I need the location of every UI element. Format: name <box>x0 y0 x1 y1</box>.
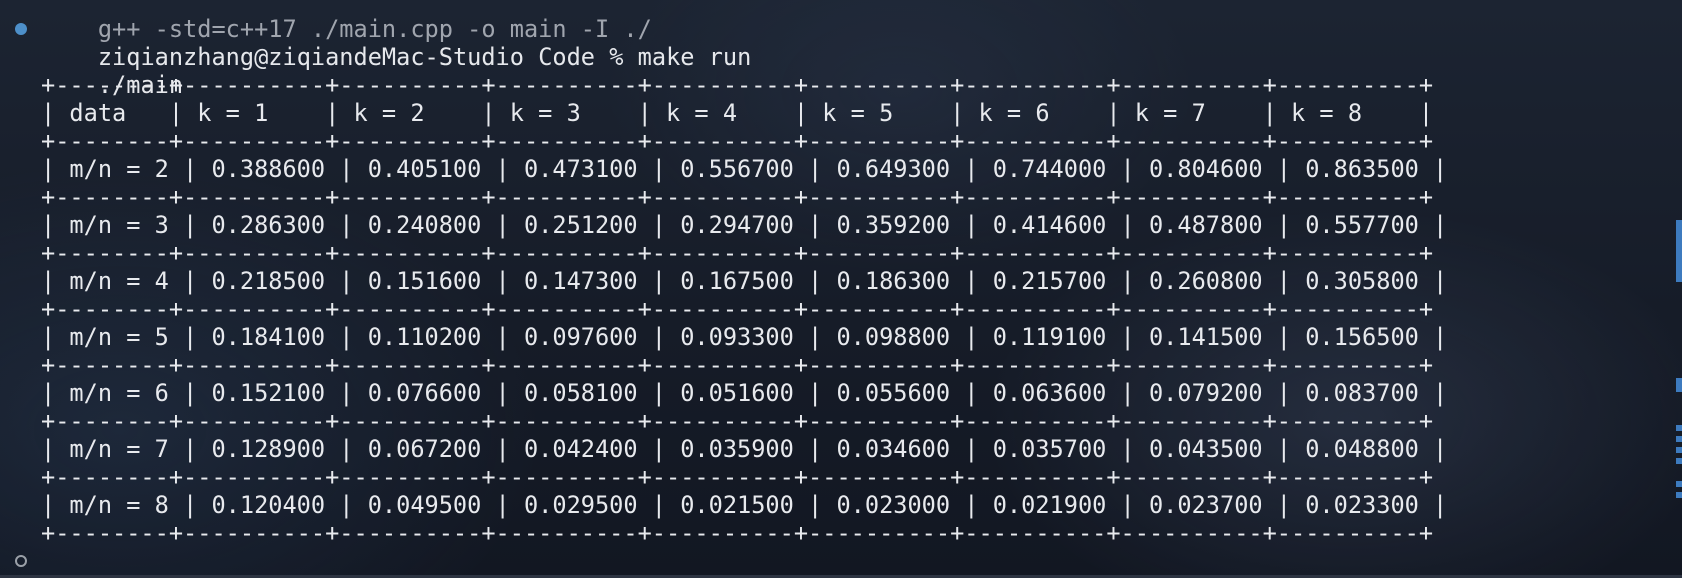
table-border-line: +--------+----------+----------+--------… <box>41 183 1434 211</box>
table-row: | m/n = 3 | 0.286300 | 0.240800 | 0.2512… <box>41 211 1448 239</box>
table-row: | m/n = 5 | 0.184100 | 0.110200 | 0.0976… <box>41 323 1448 351</box>
table-border-line: +--------+----------+----------+--------… <box>41 71 1434 99</box>
table-border-line: +--------+----------+----------+--------… <box>41 295 1434 323</box>
terminal-window: { "terminal": { "partial_line": "g++ -st… <box>0 0 1682 578</box>
scroll-marker <box>1676 481 1682 487</box>
table-header-row: | data | k = 1 | k = 2 | k = 3 | k = 4 |… <box>41 99 1434 127</box>
scroll-marker <box>1676 436 1682 442</box>
ascii-table: +--------+----------+----------+--------… <box>0 71 1682 547</box>
scroll-marker <box>1676 492 1682 498</box>
scroll-marker <box>1676 458 1682 464</box>
scrollbar-markers[interactable] <box>1676 0 1682 578</box>
table-row: | m/n = 6 | 0.152100 | 0.076600 | 0.0581… <box>41 379 1448 407</box>
command-success-icon[interactable] <box>15 23 27 35</box>
command-echo-text: ./main <box>97 71 184 99</box>
table-border-line: +--------+----------+----------+--------… <box>41 463 1434 491</box>
table-row: | m/n = 4 | 0.218500 | 0.151600 | 0.1473… <box>41 267 1448 295</box>
current-prompt-line[interactable]: ziqianzhang@ziqiandeMac-Studio Code % <box>0 547 1682 578</box>
table-border-line: +--------+----------+----------+--------… <box>41 519 1434 547</box>
scroll-marker <box>1676 220 1682 282</box>
command-line: ziqianzhang@ziqiandeMac-Studio Code % ma… <box>0 15 1682 71</box>
scroll-marker <box>1676 425 1682 431</box>
scroll-marker <box>1676 447 1682 453</box>
table-row: | m/n = 8 | 0.120400 | 0.049500 | 0.0295… <box>41 491 1448 519</box>
table-border-line: +--------+----------+----------+--------… <box>41 239 1434 267</box>
table-border-line: +--------+----------+----------+--------… <box>41 127 1434 155</box>
previous-command-line: g++ -std=c++17 ./main.cpp -o main -I ./ <box>0 0 1682 43</box>
table-row: | m/n = 2 | 0.388600 | 0.405100 | 0.4731… <box>41 155 1448 183</box>
table-border-line: +--------+----------+----------+--------… <box>41 407 1434 435</box>
command-echo-line: ./main <box>0 43 1682 99</box>
table-row: | m/n = 7 | 0.128900 | 0.067200 | 0.0424… <box>41 435 1448 463</box>
table-border-line: +--------+----------+----------+--------… <box>41 351 1434 379</box>
scroll-marker <box>1676 378 1682 392</box>
prompt-status-icon <box>15 555 27 567</box>
terminal-output[interactable]: g++ -std=c++17 ./main.cpp -o main -I ./ … <box>0 0 1682 578</box>
